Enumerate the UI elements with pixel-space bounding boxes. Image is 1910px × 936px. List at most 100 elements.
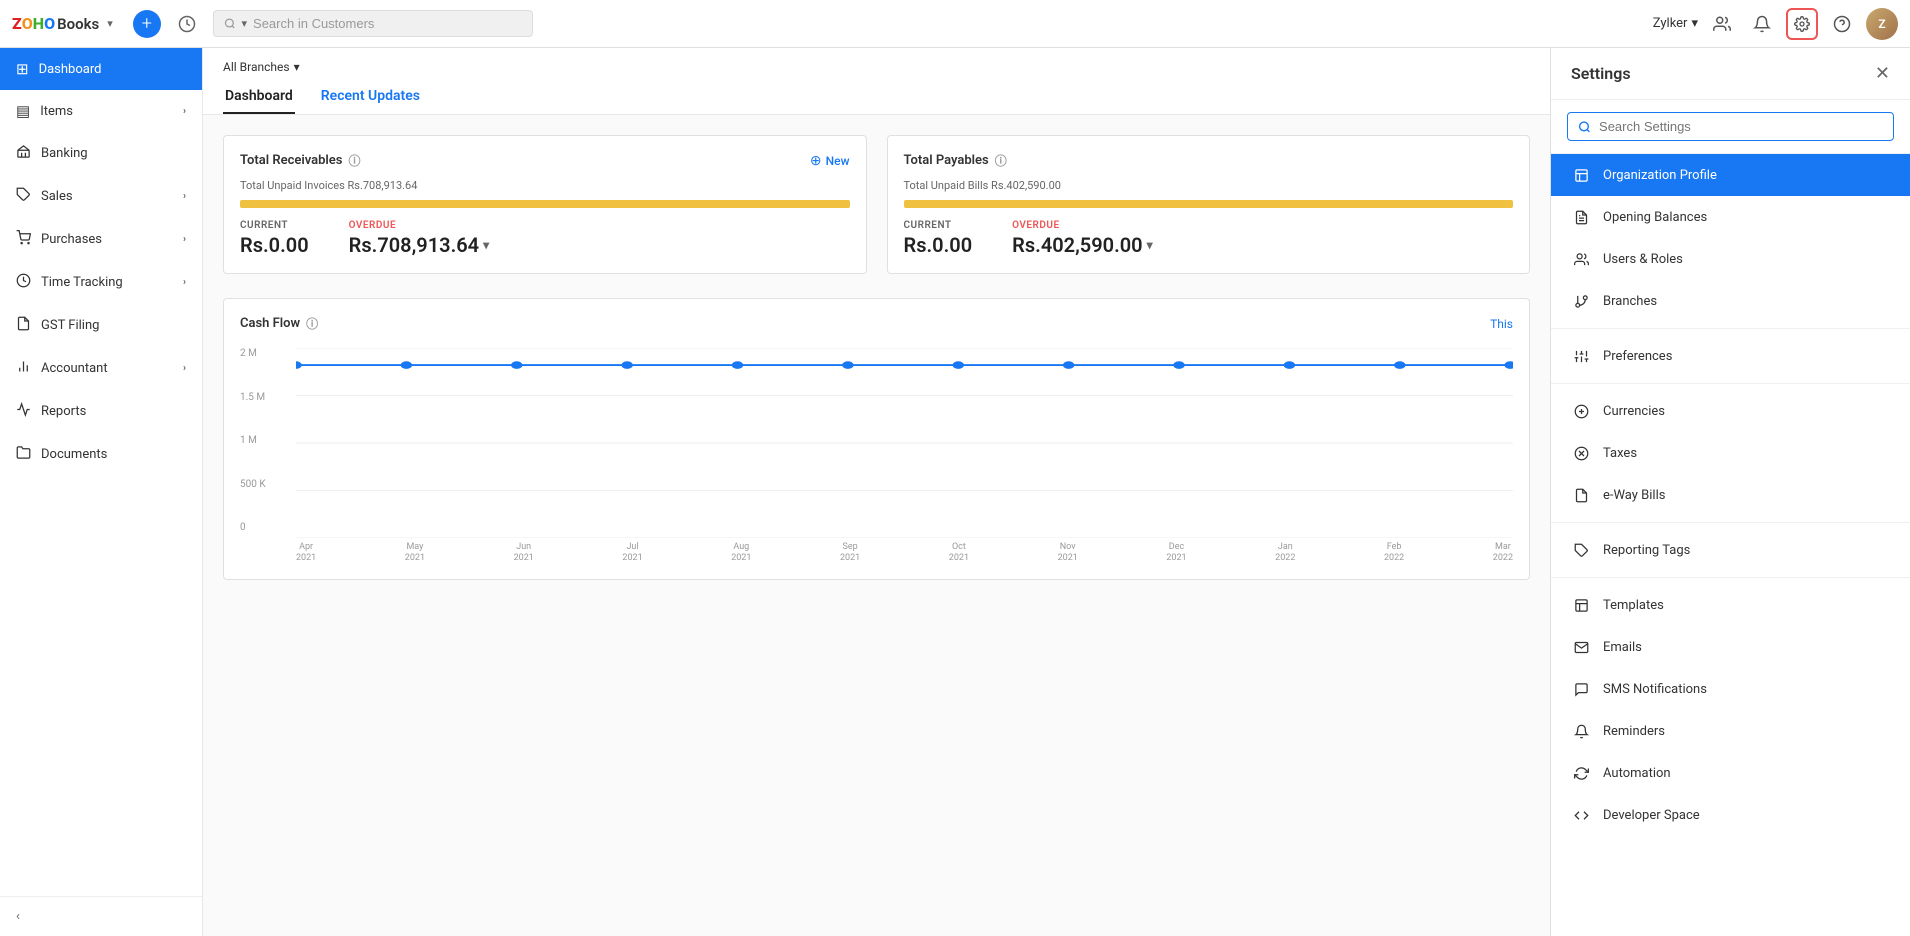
sales-icon	[16, 187, 31, 206]
tab-dashboard[interactable]: Dashboard	[223, 80, 295, 114]
settings-item-developer-space[interactable]: Developer Space	[1551, 794, 1910, 836]
help-icon	[1833, 15, 1851, 33]
settings-close-button[interactable]: ✕	[1875, 65, 1890, 83]
sidebar-item-label: Purchases	[41, 232, 102, 247]
x-label-apr: Apr 2021	[296, 542, 316, 563]
settings-item-templates[interactable]: Templates	[1551, 584, 1910, 626]
org-caret-icon: ▾	[1691, 16, 1698, 31]
new-button[interactable]: ⊕ New	[810, 153, 850, 169]
chart-y-axis: 2 M 1.5 M 1 M 500 K 0	[240, 348, 280, 563]
sidebar-collapse-button[interactable]: ‹	[0, 896, 202, 936]
receivables-values: CURRENT Rs.0.00 OVERDUE Rs.708,913.64 ▾	[240, 220, 850, 257]
zoho-logo: ZOHO Books	[12, 14, 99, 33]
sidebar-item-banking[interactable]: Banking	[0, 132, 202, 175]
sidebar-item-dashboard[interactable]: ⊞ Dashboard	[0, 48, 202, 90]
sidebar-item-sales[interactable]: Sales ›	[0, 175, 202, 218]
sidebar-item-label: Time Tracking	[41, 275, 123, 290]
content-tabs: Dashboard Recent Updates	[223, 80, 1530, 114]
org-profile-icon	[1571, 165, 1591, 185]
sidebar-item-purchases[interactable]: Purchases ›	[0, 218, 202, 261]
settings-item-label-eway-bills: e-Way Bills	[1603, 488, 1665, 503]
settings-item-opening-balances[interactable]: Opening Balances	[1551, 196, 1910, 238]
logo-area[interactable]: ZOHO Books ▾	[12, 14, 113, 33]
y-label-2m: 2 M	[240, 348, 280, 359]
settings-item-reporting-tags[interactable]: Reporting Tags	[1551, 529, 1910, 571]
documents-icon	[16, 445, 31, 464]
settings-item-label-users-roles: Users & Roles	[1603, 252, 1683, 267]
x-label-dec: Dec 2021	[1166, 542, 1186, 563]
settings-item-users-roles[interactable]: Users & Roles	[1551, 238, 1910, 280]
gear-icon	[1794, 16, 1810, 32]
settings-item-sms-notifications[interactable]: SMS Notifications	[1551, 668, 1910, 710]
receivables-info-icon[interactable]: ⓘ	[349, 152, 361, 169]
sidebar-item-accountant[interactable]: Accountant ›	[0, 347, 202, 390]
payables-overdue-dropdown-icon[interactable]: ▾	[1147, 238, 1153, 252]
cashflow-content: 2 M 1.5 M 1 M 500 K 0	[240, 348, 1513, 563]
settings-item-org-profile[interactable]: Organization Profile	[1551, 154, 1910, 196]
chevron-right-icon: ›	[183, 277, 186, 288]
settings-item-automation[interactable]: Automation	[1551, 752, 1910, 794]
search-bar[interactable]: ▾	[213, 10, 533, 37]
sidebar-item-label: Documents	[41, 447, 107, 462]
settings-item-currencies[interactable]: Currencies	[1551, 390, 1910, 432]
sidebar-item-documents[interactable]: Documents	[0, 433, 202, 476]
sidebar-item-items[interactable]: ▤ Items ›	[0, 90, 202, 132]
sidebar-item-time-tracking[interactable]: Time Tracking ›	[0, 261, 202, 304]
settings-item-eway-bills[interactable]: e-Way Bills	[1551, 474, 1910, 516]
collapse-icon: ‹	[16, 909, 20, 924]
search-filter-dropdown[interactable]: ▾	[242, 17, 248, 30]
sidebar-item-reports[interactable]: Reports	[0, 390, 202, 433]
sidebar-item-label: Reports	[41, 404, 86, 419]
settings-button[interactable]	[1786, 8, 1818, 40]
settings-item-label-org-profile: Organization Profile	[1603, 168, 1717, 183]
settings-item-branches[interactable]: Branches	[1551, 280, 1910, 322]
receivables-progress-bar	[240, 200, 850, 208]
sidebar-item-gst-filing[interactable]: GST Filing	[0, 304, 202, 347]
settings-item-taxes[interactable]: Taxes	[1551, 432, 1910, 474]
settings-item-reminders[interactable]: Reminders	[1551, 710, 1910, 752]
add-button[interactable]: +	[133, 10, 161, 38]
settings-item-emails[interactable]: Emails	[1551, 626, 1910, 668]
payables-values: CURRENT Rs.0.00 OVERDUE Rs.402,590.00 ▾	[904, 220, 1514, 257]
team-button[interactable]	[1706, 8, 1738, 40]
history-button[interactable]	[173, 10, 201, 38]
cashflow-chart	[296, 348, 1513, 538]
cashflow-period[interactable]: This	[1490, 317, 1513, 331]
settings-search-input[interactable]	[1599, 119, 1883, 134]
settings-item-label-automation: Automation	[1603, 766, 1671, 781]
cashflow-info-icon[interactable]: ⓘ	[306, 315, 318, 332]
chart-x-axis: Apr 2021 May 2021 Jun 2021	[296, 542, 1513, 563]
logo-caret-icon[interactable]: ▾	[107, 17, 113, 30]
gst-icon	[16, 316, 31, 335]
settings-search-wrap[interactable]	[1567, 112, 1894, 141]
items-icon: ▤	[16, 102, 30, 120]
settings-separator	[1551, 328, 1910, 329]
purchases-icon	[16, 230, 31, 249]
settings-item-label-reminders: Reminders	[1603, 724, 1665, 739]
taxes-icon	[1571, 443, 1591, 463]
tab-recent-updates[interactable]: Recent Updates	[319, 80, 422, 114]
branches-selector[interactable]: All Branches ▾	[223, 60, 1530, 74]
automation-icon	[1571, 763, 1591, 783]
search-input[interactable]	[253, 16, 522, 31]
chevron-right-icon: ›	[183, 191, 186, 202]
receivables-overdue: OVERDUE Rs.708,913.64 ▾	[349, 220, 490, 257]
y-label-1.5m: 1.5 M	[240, 392, 280, 403]
preferences-icon	[1571, 346, 1591, 366]
notifications-button[interactable]	[1746, 8, 1778, 40]
settings-panel: Settings ✕ Organization ProfileOpening B…	[1550, 48, 1910, 936]
x-label-mar: Mar 2022	[1493, 542, 1513, 563]
main-layout: ⊞ Dashboard ▤ Items › Banking Sales › Pu…	[0, 48, 1910, 936]
dashboard-icon: ⊞	[16, 60, 29, 78]
settings-item-preferences[interactable]: Preferences	[1551, 335, 1910, 377]
sidebar-item-label: GST Filing	[41, 318, 99, 333]
receivables-title: Total Receivables ⓘ	[240, 152, 361, 169]
org-selector[interactable]: Zylker ▾	[1653, 16, 1698, 31]
overdue-dropdown-icon[interactable]: ▾	[483, 238, 489, 252]
total-payables-card: Total Payables ⓘ Total Unpaid Bills Rs.4…	[887, 135, 1531, 274]
help-button[interactable]	[1826, 8, 1858, 40]
avatar[interactable]: Z	[1866, 8, 1898, 40]
receivables-header: Total Receivables ⓘ ⊕ New	[240, 152, 850, 169]
payables-info-icon[interactable]: ⓘ	[995, 152, 1007, 169]
y-label-500k: 500 K	[240, 479, 280, 490]
